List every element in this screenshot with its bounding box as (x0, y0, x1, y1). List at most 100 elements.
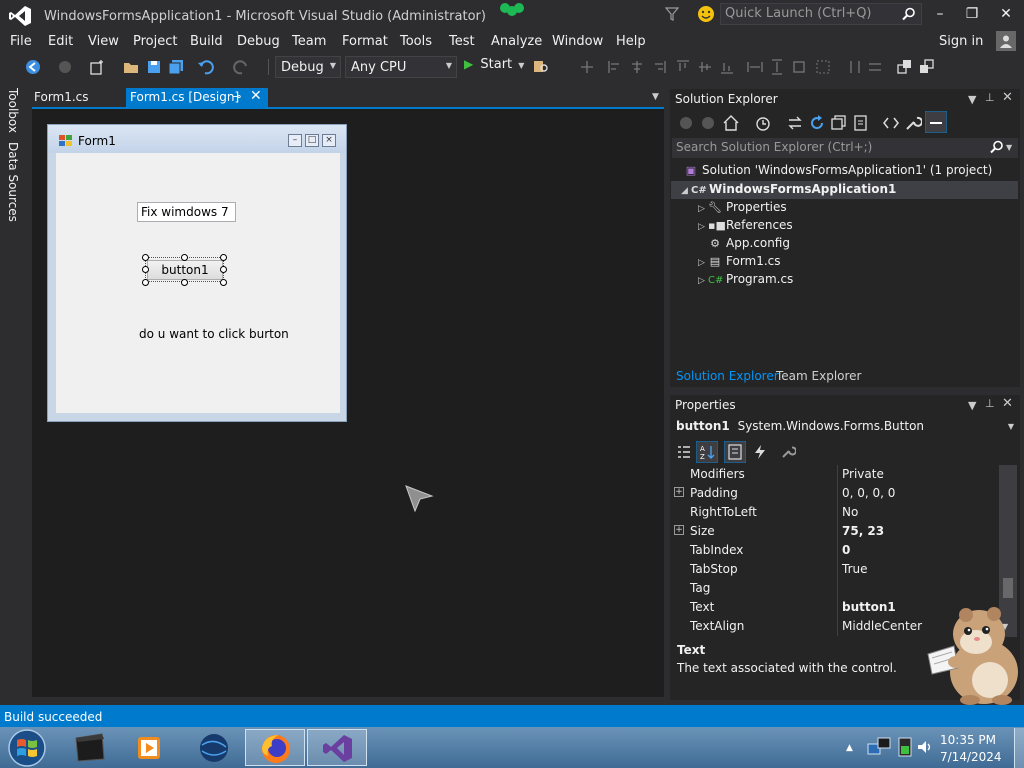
tree-item-app-config[interactable]: ⚙ App.config (708, 236, 790, 254)
resize-handle-nw[interactable] (142, 254, 149, 261)
align-tops-icon[interactable] (674, 58, 692, 76)
auto-hide-pin-icon[interactable]: ⊥ (985, 91, 995, 104)
vertical-spacing-icon[interactable] (866, 58, 884, 76)
resize-handle-s[interactable] (181, 279, 188, 286)
forward-icon[interactable] (700, 115, 716, 131)
property-row-size[interactable]: + Size 75, 23 (672, 522, 998, 541)
tree-solution-node[interactable]: ▣ Solution 'WindowsFormsApplication1' (1 … (684, 163, 993, 181)
property-value[interactable]: MiddleCenter (842, 619, 922, 633)
panel-menu-chevron-icon[interactable]: ▼ (968, 399, 976, 412)
send-to-back-icon[interactable] (918, 58, 936, 76)
maximize-button[interactable]: ❐ (958, 4, 986, 24)
menu-analyze[interactable]: Analyze (491, 34, 542, 49)
align-lefts-icon[interactable] (606, 58, 624, 76)
form1-client-area[interactable] (56, 153, 340, 413)
undo-icon[interactable] (197, 58, 215, 76)
search-options-chevron-icon[interactable]: ▼ (1006, 143, 1012, 152)
property-value[interactable]: No (842, 505, 858, 519)
solution-search-input[interactable]: Search Solution Explorer (Ctrl+;) (672, 138, 1018, 158)
close-button[interactable]: ✕ (992, 4, 1020, 24)
scrollbar-thumb[interactable] (1003, 578, 1013, 598)
label1-control[interactable]: do u want to click burton (139, 327, 289, 341)
history-icon[interactable] (754, 114, 772, 132)
show-desktop-button[interactable] (1014, 728, 1024, 768)
expanded-triangle-icon[interactable]: ◢ (681, 186, 691, 196)
align-bottoms-icon[interactable] (718, 58, 736, 76)
close-panel-icon[interactable]: ✕ (1002, 90, 1013, 105)
taskbar-globe-app[interactable] (184, 729, 244, 766)
events-lightning-icon[interactable] (752, 444, 768, 460)
feedback-smiley-icon[interactable] (696, 4, 716, 24)
bring-to-front-icon[interactable] (896, 58, 914, 76)
solution-platform-dropdown[interactable]: Any CPU ▼ (345, 56, 457, 78)
resize-handle-sw[interactable] (142, 279, 149, 286)
property-row-tabstop[interactable]: TabStop True (672, 560, 998, 579)
panel-menu-chevron-icon[interactable]: ▼ (968, 93, 976, 106)
taskbar-visual-studio-app[interactable] (307, 729, 367, 766)
search-icon[interactable] (990, 140, 1004, 157)
collapsed-triangle-icon[interactable]: ▷ (698, 276, 708, 286)
preview-selected-items-icon[interactable] (925, 111, 947, 133)
collapsed-triangle-icon[interactable]: ▷ (698, 204, 708, 214)
save-all-icon[interactable] (167, 58, 185, 76)
menu-project[interactable]: Project (133, 34, 177, 49)
alphabetical-icon[interactable]: AZ (696, 441, 718, 463)
menu-debug[interactable]: Debug (237, 34, 280, 49)
redo-icon[interactable] (232, 58, 250, 76)
taskbar-media-player-app[interactable] (120, 729, 180, 766)
tree-project-node[interactable]: ◢ C# WindowsFormsApplication1 (681, 182, 896, 200)
toolbox-tab[interactable]: Toolbox (6, 88, 20, 133)
taskbar-firefox-app[interactable] (245, 729, 305, 766)
tab-form1-design[interactable]: Form1.cs [Design] (126, 88, 268, 107)
size-to-grid-icon[interactable] (814, 58, 832, 76)
resize-handle-n[interactable] (181, 254, 188, 261)
properties-wrench-icon[interactable] (904, 114, 922, 132)
taskbar-terminal-app[interactable] (60, 729, 120, 766)
minimize-button[interactable]: – (926, 4, 954, 24)
property-row-righttoleft[interactable]: RightToLeft No (672, 503, 998, 522)
property-row-tabindex[interactable]: TabIndex 0 (672, 541, 998, 560)
property-row-modifiers[interactable]: Modifiers Private (672, 465, 998, 484)
auto-hide-pin-icon[interactable]: ⊥ (985, 397, 995, 410)
expand-plus-icon[interactable]: + (674, 487, 684, 497)
speaker-volume-icon[interactable] (916, 738, 934, 756)
collapse-all-icon[interactable] (830, 114, 848, 132)
textbox1-control[interactable]: Fix wimdows 7 (137, 202, 236, 222)
property-value[interactable]: True (842, 562, 868, 576)
start-button[interactable]: ▶ Start ▼ (464, 57, 524, 77)
horizontal-spacing-icon[interactable] (846, 58, 864, 76)
network-icon[interactable] (866, 734, 894, 760)
menu-file[interactable]: File (10, 34, 32, 49)
open-file-icon[interactable] (122, 58, 140, 76)
property-row-tag[interactable]: Tag (672, 579, 998, 598)
sign-in-link[interactable]: Sign in (939, 34, 983, 49)
view-code-icon[interactable] (882, 114, 900, 132)
back-icon[interactable] (678, 115, 694, 131)
align-middles-icon[interactable] (696, 58, 714, 76)
clock-time[interactable]: 10:35 PM (940, 733, 996, 747)
property-row-padding[interactable]: + Padding 0, 0, 0, 0 (672, 484, 998, 503)
collapsed-triangle-icon[interactable]: ▷ (698, 222, 708, 232)
make-same-height-icon[interactable] (768, 58, 786, 76)
property-value[interactable]: 0, 0, 0, 0 (842, 486, 895, 500)
align-rights-icon[interactable] (650, 58, 668, 76)
save-icon[interactable] (145, 58, 163, 76)
expand-plus-icon[interactable]: + (674, 525, 684, 535)
menu-help[interactable]: Help (616, 34, 646, 49)
align-grid-icon[interactable] (578, 58, 596, 76)
property-pages-wrench-icon[interactable] (780, 444, 796, 460)
visual-studio-logo-icon[interactable] (8, 5, 32, 27)
menu-format[interactable]: Format (342, 34, 388, 49)
align-centers-icon[interactable] (628, 58, 646, 76)
pin-tab-icon[interactable]: ⊸ (232, 90, 241, 103)
clock-date[interactable]: 7/14/2024 (940, 750, 1002, 764)
close-panel-icon[interactable]: ✕ (1002, 396, 1013, 411)
tree-item-form1-cs[interactable]: ▷ ▤ Form1.cs (698, 254, 781, 272)
menu-team[interactable]: Team (292, 34, 326, 49)
menu-build[interactable]: Build (190, 34, 223, 49)
object-selector-dropdown[interactable]: button1 System.Windows.Forms.Button ▼ (672, 417, 1018, 437)
resize-handle-ne[interactable] (220, 254, 227, 261)
menu-test[interactable]: Test (449, 34, 475, 49)
solution-configuration-dropdown[interactable]: Debug ▼ (275, 56, 341, 78)
categorized-icon[interactable] (676, 444, 692, 460)
